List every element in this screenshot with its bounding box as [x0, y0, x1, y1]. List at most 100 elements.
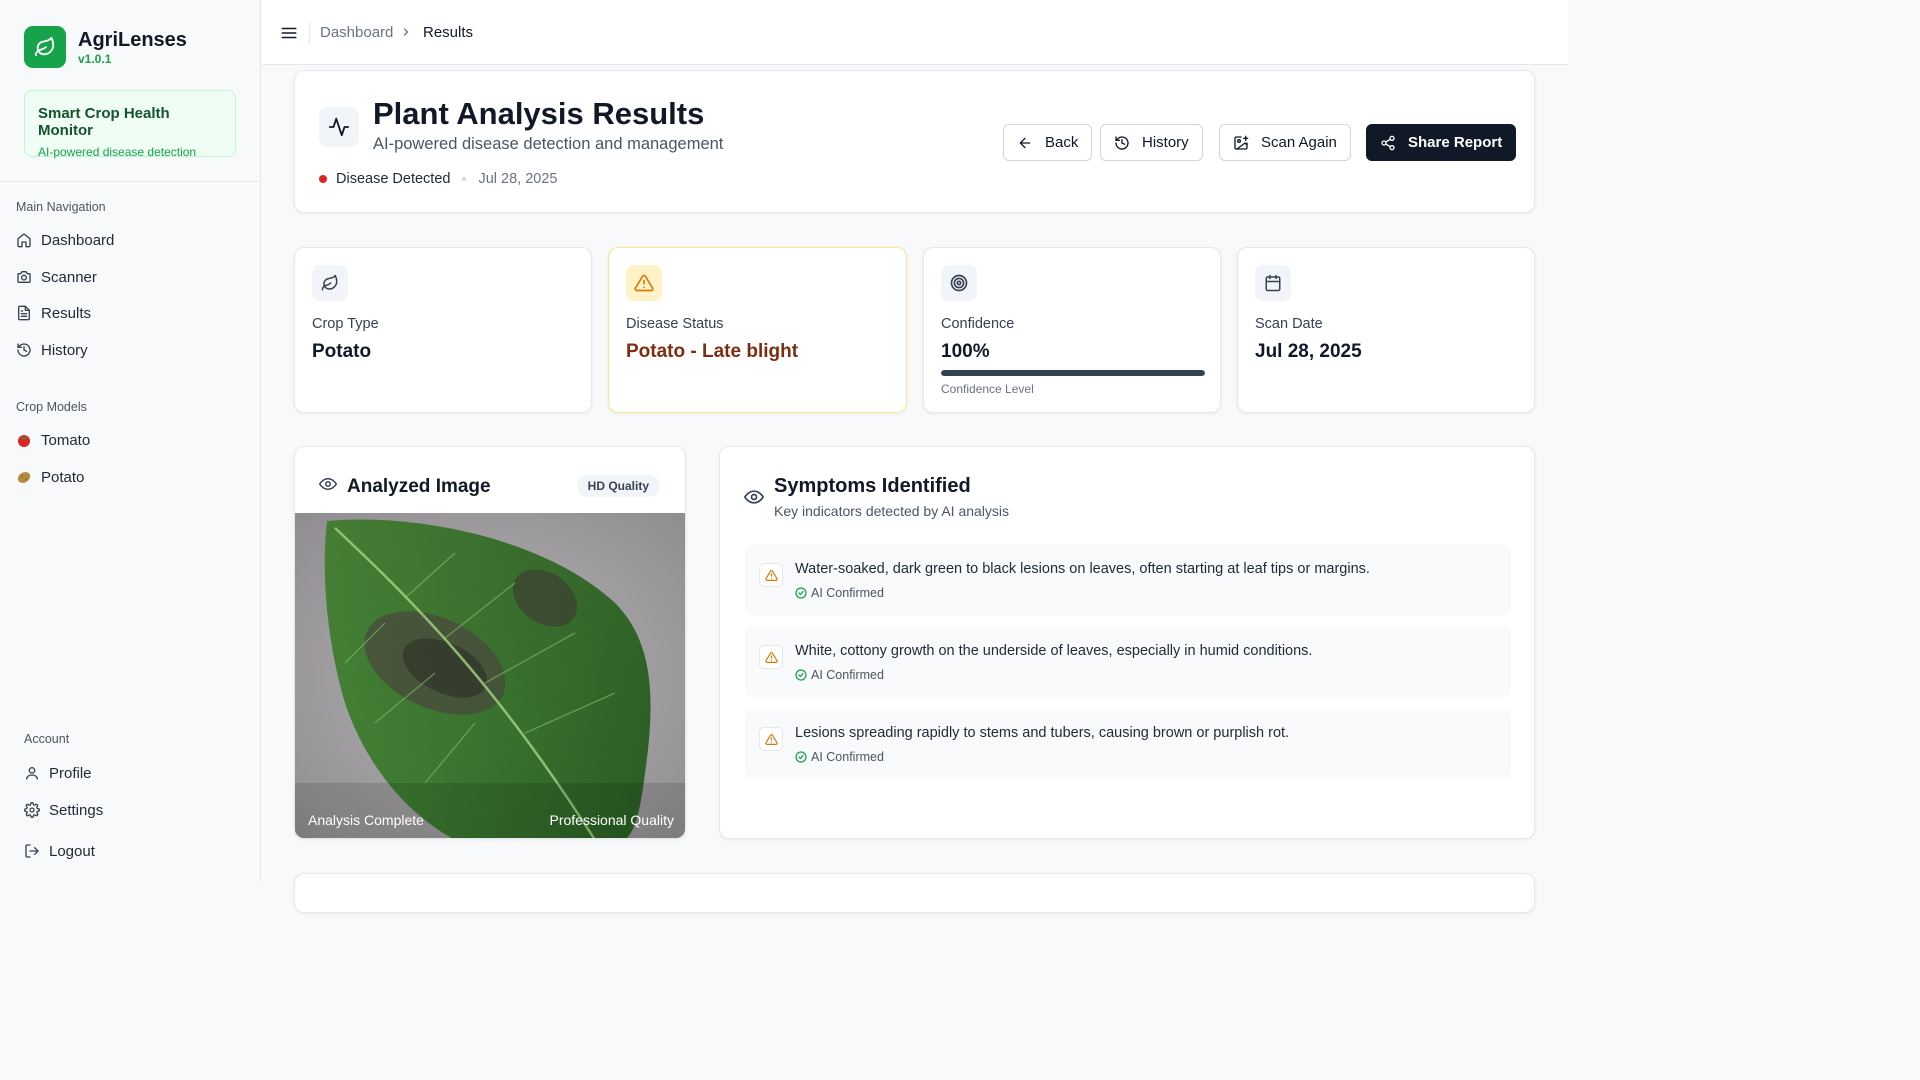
ai-confirmed-badge: AI Confirmed: [795, 668, 884, 682]
sidebar-item-history[interactable]: History: [16, 338, 88, 362]
check-circle-icon: [795, 751, 807, 763]
image-plus-icon: [1233, 135, 1249, 151]
menu-icon[interactable]: [280, 24, 298, 42]
alert-triangle-icon: [759, 727, 783, 751]
alert-triangle-icon: [759, 563, 783, 587]
share-icon: [1380, 135, 1396, 151]
disease-status-card: Disease Status Potato - Late blight: [608, 247, 907, 413]
symptom-text: Lesions spreading rapidly to stems and t…: [795, 725, 1290, 741]
eye-icon: [319, 475, 337, 498]
confidence-card: Confidence 100% Confidence Level: [923, 247, 1221, 413]
camera-icon: [16, 269, 32, 285]
confidence-progress-bar: [941, 370, 1205, 376]
sidebar-item-results[interactable]: Results: [16, 301, 91, 325]
analyzed-image-card: Analyzed Image HD Quality Analysis Compl…: [294, 446, 686, 839]
page-title: Plant Analysis Results: [373, 96, 705, 131]
scan-date-value: Jul 28, 2025: [1255, 341, 1362, 362]
sidebar-item-label: Dashboard: [41, 231, 115, 249]
brand-name: AgriLenses: [78, 29, 187, 51]
leaf-image[interactable]: Analysis Complete Professional Quality: [295, 513, 685, 838]
promo-box: Smart Crop Health Monitor AI-powered dis…: [24, 90, 236, 159]
sidebar-item-potato[interactable]: Potato: [16, 465, 84, 489]
brand[interactable]: AgriLenses v1.0.1: [24, 26, 187, 68]
potato-icon: [16, 469, 32, 485]
status-badge: Disease Detected: [336, 171, 451, 187]
confidence-label: Confidence: [941, 316, 1015, 332]
scan-again-button[interactable]: Scan Again: [1219, 124, 1351, 161]
ai-confirmed-label: AI Confirmed: [811, 668, 884, 682]
symptom-item: Water-soaked, dark green to black lesion…: [745, 545, 1511, 615]
analysis-complete-label: Analysis Complete: [308, 812, 424, 828]
sidebar-item-label: Profile: [49, 764, 92, 782]
symptom-item: White, cottony growth on the underside o…: [745, 627, 1511, 697]
share-report-button-label: Share Report: [1408, 134, 1503, 151]
disease-status-value: Potato - Late blight: [626, 341, 799, 362]
eye-icon: [744, 487, 764, 512]
sidebar-divider: [0, 181, 261, 182]
sidebar-item-scanner[interactable]: Scanner: [16, 265, 97, 289]
analyzed-image-title: Analyzed Image: [347, 475, 491, 497]
symptom-text: Water-soaked, dark green to black lesion…: [795, 561, 1370, 577]
symptoms-subtitle: Key indicators detected by AI analysis: [774, 503, 1010, 519]
crop-type-value: Potato: [312, 341, 372, 362]
sidebar-item-label: History: [41, 341, 88, 359]
sidebar-item-label: Results: [41, 304, 92, 322]
back-button[interactable]: Back: [1003, 124, 1093, 161]
confidence-value: 100%: [941, 341, 990, 362]
history-button-label: History: [1142, 134, 1189, 151]
leaf-logo-icon: [24, 26, 66, 68]
breadcrumb-parent[interactable]: Dashboard: [320, 24, 393, 41]
sidebar-item-dashboard[interactable]: Dashboard: [16, 228, 114, 252]
sidebar-item-profile[interactable]: Profile: [24, 761, 92, 785]
sidebar-item-label: Potato: [41, 468, 85, 486]
check-circle-icon: [795, 669, 807, 681]
sidebar-item-label: Scanner: [41, 268, 97, 286]
disease-status-label: Disease Status: [626, 316, 724, 332]
separator-dot: [462, 177, 467, 181]
sidebar-item-settings[interactable]: Settings: [24, 798, 103, 822]
gear-icon: [24, 802, 40, 818]
symptoms-title: Symptoms Identified: [774, 475, 971, 497]
calendar-icon: [1255, 265, 1291, 301]
history-button[interactable]: History: [1100, 124, 1203, 161]
alert-triangle-icon: [626, 265, 662, 301]
scan-date-card: Scan Date Jul 28, 2025: [1237, 247, 1535, 413]
crop-models-heading: Crop Models: [16, 400, 87, 414]
leaf-icon: [312, 265, 348, 301]
results-header-card: Plant Analysis Results AI-powered diseas…: [294, 70, 1535, 213]
professional-quality-label: Professional Quality: [549, 812, 674, 828]
symptoms-card: Symptoms Identified Key indicators detec…: [719, 446, 1535, 839]
page-subtitle: AI-powered disease detection and managem…: [373, 135, 724, 153]
crop-type-label: Crop Type: [312, 316, 379, 332]
symptom-text: White, cottony growth on the underside o…: [795, 643, 1313, 659]
share-report-button[interactable]: Share Report: [1366, 124, 1517, 161]
file-text-icon: [16, 305, 32, 321]
status-dot-icon: [319, 175, 327, 183]
ai-confirmed-badge: AI Confirmed: [795, 750, 884, 764]
brand-version: v1.0.1: [78, 52, 112, 66]
main-nav-heading: Main Navigation: [16, 200, 106, 214]
confidence-progress-fill: [941, 370, 1205, 376]
user-icon: [24, 765, 40, 781]
target-icon: [941, 265, 977, 301]
symptom-item: Lesions spreading rapidly to stems and t…: [745, 709, 1511, 779]
sidebar-item-logout[interactable]: Logout: [24, 839, 95, 863]
ai-confirmed-label: AI Confirmed: [811, 750, 884, 764]
crop-type-card: Crop Type Potato: [294, 247, 592, 413]
sidebar-item-label: Tomato: [41, 431, 91, 449]
alert-triangle-icon: [759, 645, 783, 669]
chevron-right-icon: [400, 25, 412, 42]
breadcrumb-current: Results: [423, 24, 474, 41]
sidebar-item-label: Settings: [49, 801, 104, 819]
scan-date-label: Scan Date: [1255, 316, 1323, 332]
promo-title: Smart Crop Health Monitor: [38, 105, 170, 139]
arrow-left-icon: [1017, 135, 1033, 151]
activity-icon: [319, 107, 359, 147]
tomato-icon: [16, 432, 32, 448]
history-icon: [16, 342, 32, 358]
status-row: Disease Detected Jul 28, 2025: [319, 171, 557, 187]
promo-subtitle: AI-powered disease detection: [38, 145, 197, 159]
sidebar-item-tomato[interactable]: Tomato: [16, 428, 90, 452]
logout-icon: [24, 843, 40, 859]
next-section-card: [294, 873, 1535, 913]
